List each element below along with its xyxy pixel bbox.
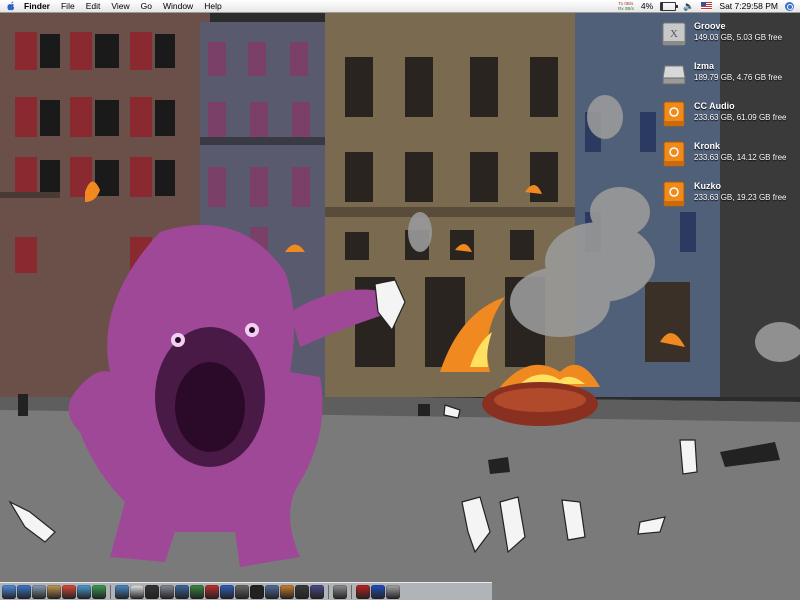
dock-bbedit-icon[interactable] <box>205 584 219 599</box>
dock-adium-icon[interactable] <box>220 584 234 599</box>
drive-kronk[interactable]: Kronk 233.63 GB, 14.12 GB free <box>650 136 800 176</box>
dock-iphoto-icon[interactable] <box>77 584 91 599</box>
dock-logic-icon[interactable] <box>295 584 309 599</box>
dock-dreamweaver-icon[interactable] <box>190 584 204 599</box>
menu-edit[interactable]: Edit <box>86 0 101 12</box>
clock[interactable]: Sat 7:29:58 PM <box>719 0 778 12</box>
drive-groove[interactable]: X Groove 149.03 GB, 5.03 GB free <box>650 16 800 56</box>
battery-icon[interactable] <box>660 1 679 11</box>
drive-info: 149.03 GB, 5.03 GB free <box>694 33 783 42</box>
menu-file[interactable]: File <box>61 0 75 12</box>
menu-go[interactable]: Go <box>141 0 152 12</box>
drive-name: Groove <box>694 21 726 31</box>
battery-percent[interactable]: 4% <box>641 0 653 12</box>
menu-view[interactable]: View <box>111 0 129 12</box>
svg-text:X: X <box>670 28 678 40</box>
dock-dvd-player-icon[interactable] <box>250 584 264 599</box>
menu-window[interactable]: Window <box>163 0 193 12</box>
dock-ical-icon[interactable] <box>62 584 76 599</box>
drive-info: 233.63 GB, 61.09 GB free <box>694 113 787 122</box>
drive-name: Kuzko <box>694 181 721 191</box>
drive-name: CC Audio <box>694 101 735 111</box>
network-monitor[interactable]: Tx 0B/s Rx 0B/s <box>618 1 634 11</box>
internal-disk-x-icon: X <box>662 22 686 46</box>
menu-bar: Finder File Edit View Go Window Help Tx … <box>0 0 800 13</box>
dock-trash-icon[interactable] <box>386 584 400 599</box>
battery-level-fill <box>661 2 663 10</box>
apple-menu-icon[interactable] <box>6 0 16 12</box>
network-rx: Rx 0B/s <box>618 6 634 11</box>
dock-safari-icon[interactable] <box>17 584 31 599</box>
volume-icon[interactable]: 🔈 <box>683 0 694 12</box>
spotlight-search-icon[interactable] <box>785 1 794 11</box>
us-flag-input-menu-icon[interactable] <box>701 2 713 10</box>
dock-imovie-icon[interactable] <box>265 584 279 599</box>
dock-folder-blue-icon[interactable] <box>371 584 385 599</box>
drive-name: Kronk <box>694 141 721 151</box>
dock-separator <box>328 584 329 599</box>
menu-finder[interactable]: Finder <box>24 0 50 12</box>
dock-system-preferences-icon[interactable] <box>160 584 174 599</box>
dock-textedit-icon[interactable] <box>130 584 144 599</box>
dock-terminal-icon[interactable] <box>145 584 159 599</box>
dock-address-book-icon[interactable] <box>47 584 61 599</box>
menu-extras: Tx 0B/s Rx 0B/s 4% 🔈 Sat 7:29:58 PM <box>618 0 794 12</box>
dock-photoshop-icon[interactable] <box>115 584 129 599</box>
dock-separator <box>110 584 111 599</box>
dock-mail-icon[interactable] <box>32 584 46 599</box>
dock-folder-red-icon[interactable] <box>356 584 370 599</box>
dock-transmit-icon[interactable] <box>235 584 249 599</box>
dock-itunes-icon[interactable] <box>92 584 106 599</box>
dock-final-cut-pro-icon[interactable] <box>310 584 324 599</box>
drive-izma[interactable]: Izma 189.79 GB, 4.76 GB free <box>650 56 800 96</box>
dock <box>0 582 492 600</box>
firewire-disk-icon <box>663 141 685 167</box>
drive-name: Izma <box>694 61 715 71</box>
drive-cc-audio[interactable]: CC Audio 233.63 GB, 61.09 GB free <box>650 96 800 136</box>
drive-info: 233.63 GB, 14.12 GB free <box>694 153 787 162</box>
dock-garageband-icon[interactable] <box>280 584 294 599</box>
drive-info: 189.79 GB, 4.76 GB free <box>694 73 783 82</box>
dock-activity-monitor-icon[interactable] <box>175 584 189 599</box>
dock-separator <box>351 584 352 599</box>
menu-help[interactable]: Help <box>204 0 221 12</box>
firewire-disk-icon <box>663 101 685 127</box>
drive-kuzko[interactable]: Kuzko 233.63 GB, 19.23 GB free <box>650 176 800 216</box>
dock-printer-icon[interactable] <box>333 584 347 599</box>
menu-items: Finder File Edit View Go Window Help <box>24 0 233 12</box>
internal-disk-icon <box>662 65 686 85</box>
dock-finder-icon[interactable] <box>2 584 16 599</box>
firewire-disk-icon <box>663 181 685 207</box>
drive-info: 233.63 GB, 19.23 GB free <box>694 193 787 202</box>
